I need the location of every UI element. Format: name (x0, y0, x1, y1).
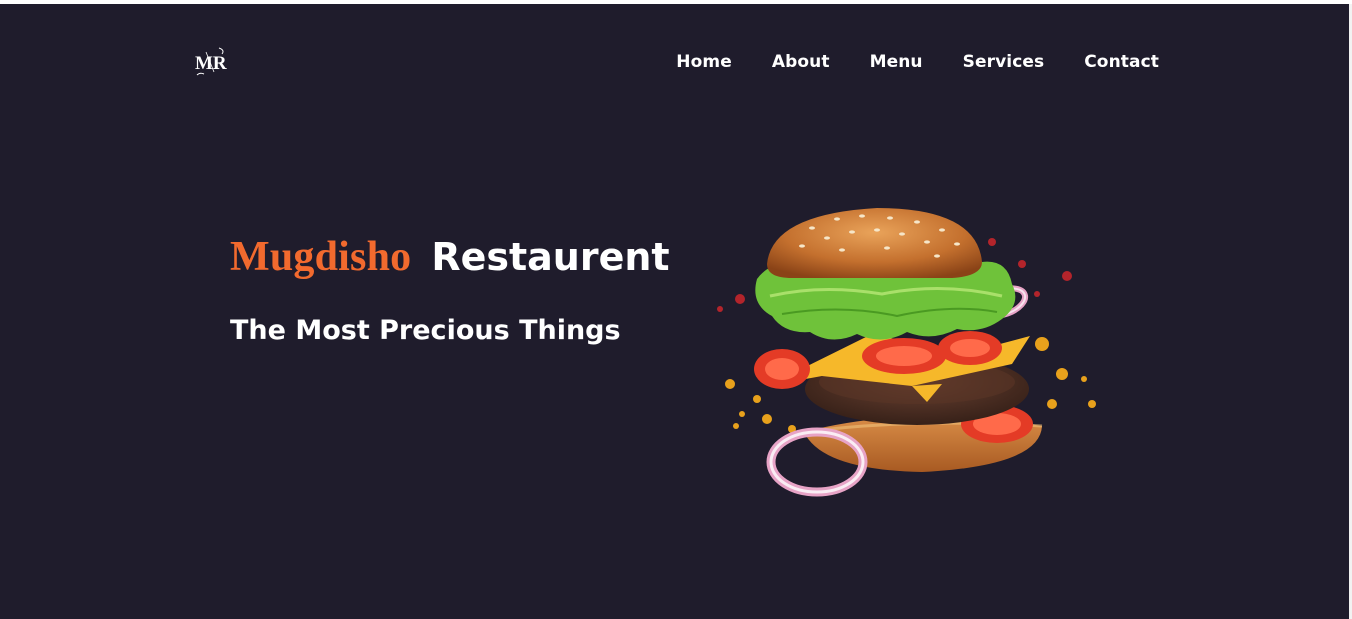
hero-subtitle: The Most Precious Things (230, 315, 621, 346)
main-nav: Home About Menu Services Contact (676, 52, 1159, 72)
nav-contact[interactable]: Contact (1084, 52, 1159, 72)
nav-services[interactable]: Services (963, 52, 1045, 72)
mr-logo[interactable]: MR (192, 44, 228, 78)
nav-home[interactable]: Home (676, 52, 732, 72)
hero-brand: Mugdisho (230, 234, 412, 280)
nav-about[interactable]: About (772, 52, 830, 72)
nav-menu[interactable]: Menu (870, 52, 923, 72)
burger-image (712, 204, 1102, 504)
hero-title: Mugdisho Restaurent (230, 236, 670, 278)
burger-icon (717, 208, 1096, 497)
hero-restaurant-name: Restaurent (431, 235, 670, 279)
mr-monogram-icon: MR (195, 47, 227, 76)
landing-page: MR Home About Menu Services Contact Mugd… (0, 4, 1349, 619)
